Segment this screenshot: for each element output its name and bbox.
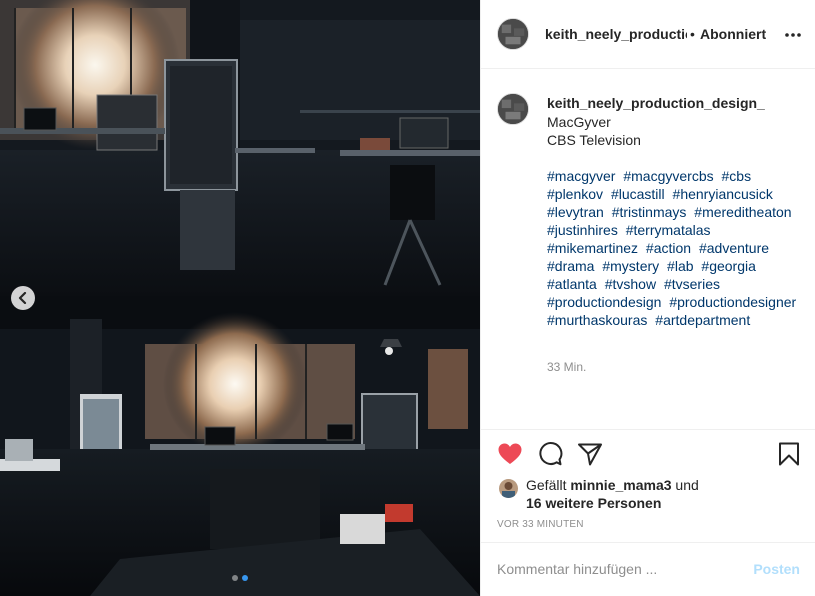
hashtag-link[interactable]: #lucastill <box>611 186 665 202</box>
comment-input[interactable] <box>497 561 727 577</box>
more-options-button[interactable] <box>783 25 803 45</box>
caption-relative-time: 33 Min. <box>547 360 587 374</box>
hashtag-link[interactable]: #plenkov <box>547 186 603 202</box>
post-media[interactable] <box>0 0 480 596</box>
bookmark-icon <box>779 442 799 466</box>
hashtag-link[interactable]: #drama <box>547 258 594 274</box>
hashtag-link[interactable]: #tristinmays <box>612 204 687 220</box>
comment-bar: Posten <box>481 542 815 596</box>
hashtag-link[interactable]: #tvshow <box>605 276 656 292</box>
hashtag-link[interactable]: #georgia <box>701 258 756 274</box>
hashtag-link[interactable]: #macgyvercbs <box>623 168 713 184</box>
paper-plane-icon <box>578 443 602 466</box>
hashtag-link[interactable]: #macgyver <box>547 168 615 184</box>
post-comment-button[interactable]: Posten <box>753 561 800 577</box>
action-bar <box>481 430 815 480</box>
post-timestamp: VOR 33 MINUTEN <box>497 519 584 530</box>
photo-lab-upper <box>0 0 480 297</box>
hashtag-link[interactable]: #atlanta <box>547 276 597 292</box>
hashtag-link[interactable]: #mystery <box>602 258 659 274</box>
header-separator: • <box>690 26 695 42</box>
hashtag-link[interactable]: #cbs <box>722 168 752 184</box>
post-details-panel: keith_neely_production_design_ • Abonnie… <box>480 0 815 596</box>
hashtag-link[interactable]: #mereditheaton <box>694 204 791 220</box>
carousel-indicator <box>232 575 248 581</box>
likes-prefix: Gefällt <box>526 477 567 493</box>
more-horizontal-icon <box>785 33 801 37</box>
hashtag-list: #macgyver #macgyvercbs #cbs #plenkov #lu… <box>547 167 807 329</box>
likes-line-1: Gefällt minnie_mama3 und <box>526 476 699 494</box>
hashtag-link[interactable]: #action <box>646 240 691 256</box>
caption-username[interactable]: keith_neely_production_design_ <box>547 95 765 111</box>
caption-section: keith_neely_production_design_ MacGyver … <box>481 69 815 430</box>
hashtag-link[interactable]: #artdepartment <box>655 312 750 328</box>
likes-conjunction: und <box>675 477 699 493</box>
hashtag-link[interactable]: #productiondesigner <box>669 294 796 310</box>
author-avatar[interactable] <box>497 18 529 50</box>
carousel-dot-active <box>242 575 248 581</box>
hashtag-link[interactable]: #lab <box>667 258 693 274</box>
save-button[interactable] <box>776 441 802 467</box>
like-button[interactable] <box>497 441 523 467</box>
carousel-prev-button[interactable] <box>11 286 35 310</box>
heart-filled-icon <box>498 443 522 464</box>
caption-line-network: CBS Television <box>547 132 641 148</box>
liker-username[interactable]: minnie_mama3 <box>570 477 671 493</box>
follow-status-button[interactable]: Abonniert <box>700 26 766 42</box>
hashtag-link[interactable]: #murthaskouras <box>547 312 647 328</box>
hashtag-link[interactable]: #productiondesign <box>547 294 661 310</box>
hashtag-link[interactable]: #mikemartinez <box>547 240 638 256</box>
photo-lab-lower <box>0 299 480 596</box>
hashtag-link[interactable]: #levytran <box>547 204 604 220</box>
liker-avatar[interactable] <box>499 479 518 498</box>
caption-line-show: MacGyver <box>547 114 611 130</box>
caption-author-avatar[interactable] <box>497 93 529 125</box>
author-username[interactable]: keith_neely_production_design_ <box>545 26 687 42</box>
chevron-left-icon <box>18 292 27 304</box>
post-header: keith_neely_production_design_ • Abonnie… <box>481 0 815 69</box>
hashtag-link[interactable]: #justinhires <box>547 222 618 238</box>
carousel-dot <box>232 575 238 581</box>
hashtag-link[interactable]: #tvseries <box>664 276 720 292</box>
hashtag-link[interactable]: #henryiancusick <box>673 186 773 202</box>
comment-button[interactable] <box>537 441 563 467</box>
hashtag-link[interactable]: #adventure <box>699 240 769 256</box>
hashtag-link[interactable]: #terrymatalas <box>626 222 711 238</box>
likes-others-link[interactable]: 16 weitere Personen <box>526 494 661 512</box>
share-button[interactable] <box>577 441 603 467</box>
comment-icon <box>539 442 563 466</box>
caption-text: MacGyver CBS Television #macgyver #macgy… <box>547 113 807 329</box>
